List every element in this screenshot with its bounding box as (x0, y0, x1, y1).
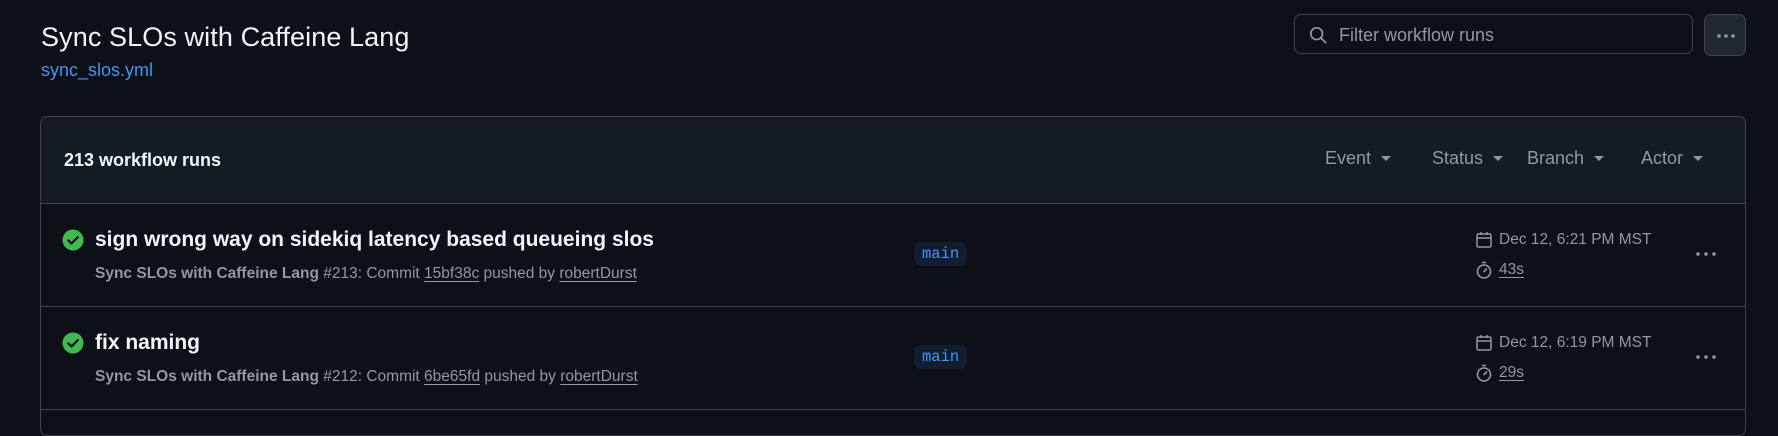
actor-link[interactable]: robertDurst (559, 265, 637, 282)
workflow-file-link[interactable]: sync_slos.yml (41, 60, 153, 81)
commit-sha-link[interactable]: 6be65fd (424, 368, 480, 385)
run-date-text: Dec 12, 6:21 PM MST (1499, 231, 1652, 248)
run-meta: Sync SLOs with Caffeine Lang #212: Commi… (95, 368, 638, 386)
run-duration-text: 29s (1499, 364, 1524, 381)
event-filter-label: Event (1325, 148, 1372, 168)
stopwatch-icon (1476, 364, 1492, 382)
stopwatch-icon (1476, 261, 1492, 279)
triangle-down-icon (1493, 156, 1504, 161)
status-filter-menu[interactable]: Status (1432, 148, 1504, 169)
run-workflow-name: Sync SLOs with Caffeine Lang (95, 265, 319, 282)
page-title: Sync SLOs with Caffeine Lang (41, 22, 410, 52)
check-circle-fill-icon (62, 332, 84, 354)
branch-filter-menu[interactable]: Branch (1527, 148, 1605, 169)
run-number: #213 (323, 265, 358, 282)
runs-list-header: 213 workflow runs Event Status Branch Ac… (41, 117, 1745, 204)
run-date: Dec 12, 6:21 PM MST (1475, 231, 1651, 249)
run-duration: 29s (1475, 364, 1524, 382)
run-title-link[interactable]: fix naming (95, 331, 200, 355)
run-number: #212 (323, 368, 358, 385)
triangle-down-icon (1594, 156, 1605, 161)
pushed-by-text: pushed by (480, 368, 561, 385)
actor-link[interactable]: robertDurst (560, 368, 638, 385)
search-icon (1309, 26, 1327, 44)
workflow-runs-list: 213 workflow runs Event Status Branch Ac… (40, 116, 1746, 436)
run-date-text: Dec 12, 6:19 PM MST (1499, 334, 1652, 351)
check-circle-fill-icon (62, 229, 84, 251)
more-options-button[interactable] (1704, 14, 1746, 56)
runs-count: 213 workflow runs (64, 150, 222, 170)
calendar-icon (1476, 232, 1492, 248)
workflow-run-row[interactable]: fix naming Sync SLOs with Caffeine Lang … (41, 307, 1745, 410)
filter-workflow-runs-field[interactable] (1294, 14, 1693, 55)
workflow-run-row[interactable]: sign wrong way on sidekiq latency based … (41, 204, 1745, 307)
commit-sha-link[interactable]: 15bf38c (424, 265, 479, 282)
status-filter-label: Status (1432, 148, 1484, 168)
run-duration: 43s (1475, 261, 1524, 279)
run-date: Dec 12, 6:19 PM MST (1475, 334, 1651, 352)
filter-workflow-runs-input[interactable] (1337, 15, 1681, 55)
triangle-down-icon (1693, 156, 1704, 161)
kebab-horizontal-icon[interactable] (1694, 345, 1718, 369)
run-meta: Sync SLOs with Caffeine Lang #213: Commi… (95, 265, 637, 283)
kebab-horizontal-icon (1717, 34, 1735, 38)
commit-prefix: : Commit (357, 265, 425, 282)
triangle-down-icon (1381, 156, 1392, 161)
commit-prefix: : Commit (357, 368, 425, 385)
calendar-icon (1476, 335, 1492, 351)
kebab-horizontal-icon[interactable] (1694, 242, 1718, 266)
branch-filter-label: Branch (1527, 148, 1585, 168)
actor-filter-label: Actor (1641, 148, 1684, 168)
pushed-by-text: pushed by (479, 265, 560, 282)
run-title-link[interactable]: sign wrong way on sidekiq latency based … (95, 228, 654, 252)
run-workflow-name: Sync SLOs with Caffeine Lang (95, 368, 319, 385)
event-filter-menu[interactable]: Event (1325, 148, 1392, 169)
actor-filter-menu[interactable]: Actor (1641, 148, 1704, 169)
branch-label[interactable]: main (914, 242, 968, 266)
branch-label[interactable]: main (914, 345, 968, 369)
run-duration-text: 43s (1499, 261, 1524, 278)
